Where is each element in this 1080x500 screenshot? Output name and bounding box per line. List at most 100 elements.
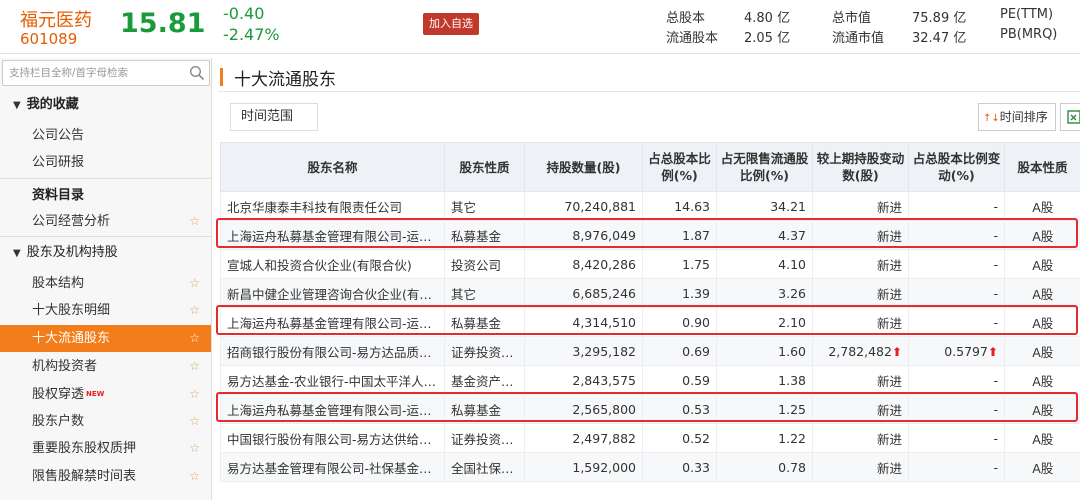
stock-header: 福元医药 601089 15.81 -0.40 -2.47% 加入自选 总股本 …	[0, 0, 1080, 54]
column-header[interactable]: 股东名称	[220, 142, 445, 192]
search-icon[interactable]	[189, 65, 205, 81]
sidebar-item-share-structure[interactable]: 股本结构 ☆	[0, 270, 211, 297]
column-header[interactable]: 股本性质	[1004, 142, 1080, 192]
table-row[interactable]: 上海运舟私募基金管理有限公司-运… 私募基金 8,976,049 1.87 4.…	[220, 220, 1080, 250]
total-ratio-cell: 1.39	[642, 278, 717, 308]
up-arrow-icon: ⬆	[987, 344, 998, 359]
stat-value: 2.05 亿	[744, 31, 791, 46]
sidebar-item-business-analysis[interactable]: 公司经营分析 ☆	[0, 208, 211, 235]
star-icon[interactable]: ☆	[189, 381, 200, 408]
holder-name-cell[interactable]: 上海运舟私募基金管理有限公司-运…	[220, 220, 445, 250]
title-accent-bar	[220, 68, 223, 86]
holder-name-cell[interactable]: 上海运舟私募基金管理有限公司-运…	[220, 307, 445, 337]
float-ratio-cell: 1.60	[716, 336, 813, 366]
sidebar-item-top10-float-holders[interactable]: 十大流通股东 ☆	[0, 325, 211, 352]
search-box[interactable]	[2, 60, 210, 86]
star-icon[interactable]: ☆	[189, 270, 200, 297]
star-icon[interactable]: ☆	[189, 325, 200, 352]
shares-cell: 2,843,575	[524, 365, 643, 395]
title-bar: 十大流通股东	[218, 58, 1080, 92]
star-icon[interactable]: ☆	[189, 435, 200, 462]
table-row[interactable]: 宣城人和投资合伙企业(有限合伙) 投资公司 8,420,286 1.75 4.1…	[220, 249, 1080, 279]
star-icon[interactable]: ☆	[189, 463, 200, 490]
sidebar-item-company-announcements[interactable]: 公司公告	[0, 122, 211, 149]
change-shares-cell: 新进	[812, 191, 909, 221]
column-header[interactable]: 较上期持股变动数(股)	[812, 142, 909, 192]
sidebar-item-label: 十大流通股东	[32, 331, 111, 346]
stat-value: 75.89 亿	[912, 11, 967, 26]
stock-price: 15.81	[120, 8, 206, 39]
table-row[interactable]: 新昌中健企业管理咨询合伙企业(有… 其它 6,685,246 1.39 3.26…	[220, 278, 1080, 308]
total-ratio-cell: 0.69	[642, 336, 717, 366]
holder-name-cell[interactable]: 中国银行股份有限公司-易方达供给…	[220, 423, 445, 453]
export-button[interactable]	[1060, 103, 1080, 131]
column-header[interactable]: 占无限售流通股比例(%)	[716, 142, 813, 192]
holder-name-cell[interactable]: 易方达基金管理有限公司-社保基金…	[220, 452, 445, 482]
ratio-change-cell: -	[908, 249, 1005, 279]
change-shares-cell: 新进	[812, 220, 909, 250]
star-icon[interactable]: ☆	[189, 297, 200, 324]
sidebar-item-label: 限售股解禁时间表	[32, 469, 137, 484]
star-icon[interactable]: ☆	[189, 408, 200, 435]
column-header[interactable]: 占总股本比例变动(%)	[908, 142, 1005, 192]
holder-type-cell: 证券投资…	[444, 336, 525, 366]
search-input[interactable]	[7, 64, 187, 82]
ratio-change-cell: -	[908, 220, 1005, 250]
shares-cell: 2,565,800	[524, 394, 643, 424]
table-row[interactable]: 易方达基金管理有限公司-社保基金… 全国社保… 1,592,000 0.33 0…	[220, 452, 1080, 482]
column-header[interactable]: 占总股本比例(%)	[642, 142, 717, 192]
table-row[interactable]: 北京华康泰丰科技有限责任公司 其它 70,240,881 14.63 34.21…	[220, 191, 1080, 221]
table-row[interactable]: 上海运舟私募基金管理有限公司-运… 私募基金 4,314,510 0.90 2.…	[220, 307, 1080, 337]
sidebar-item-label: 股本结构	[32, 276, 85, 291]
stock-name: 福元医药	[20, 10, 92, 31]
holder-name-cell[interactable]: 易方达基金-农业银行-中国太平洋人…	[220, 365, 445, 395]
sidebar-item-label: 公司公告	[32, 128, 85, 143]
float-ratio-cell: 1.38	[716, 365, 813, 395]
ratio-change-cell: 0.5797⬆	[908, 336, 1005, 366]
shares-cell: 1,592,000	[524, 452, 643, 482]
shares-cell: 8,420,286	[524, 249, 643, 279]
share-class-cell: A股	[1004, 249, 1080, 279]
holders-section[interactable]: ▼ 股东及机构持股	[0, 239, 211, 267]
holder-type-cell: 基金资产…	[444, 365, 525, 395]
add-to-watchlist-button[interactable]: 加入自选	[423, 13, 479, 35]
float-ratio-cell: 2.10	[716, 307, 813, 337]
holder-type-cell: 私募基金	[444, 307, 525, 337]
sidebar-item-institutional-investors[interactable]: 机构投资者 ☆	[0, 353, 211, 380]
float-ratio-cell: 0.78	[716, 452, 813, 482]
holder-name-cell[interactable]: 宣城人和投资合伙企业(有限合伙)	[220, 249, 445, 279]
sidebar-item-top10-holders[interactable]: 十大股东明细 ☆	[0, 297, 211, 324]
sidebar-item-label: 十大股东明细	[32, 303, 111, 318]
sidebar-item-label: 公司研报	[32, 155, 85, 170]
ratio-change-cell: -	[908, 307, 1005, 337]
holder-name-cell[interactable]: 招商银行股份有限公司-易方达品质…	[220, 336, 445, 366]
table-row[interactable]: 中国银行股份有限公司-易方达供给… 证券投资… 2,497,882 0.52 1…	[220, 423, 1080, 453]
table-row[interactable]: 易方达基金-农业银行-中国太平洋人… 基金资产… 2,843,575 0.59 …	[220, 365, 1080, 395]
time-sort-button[interactable]: ↑↓时间排序	[978, 103, 1056, 131]
holder-name-cell[interactable]: 上海运舟私募基金管理有限公司-运…	[220, 394, 445, 424]
holder-name-cell[interactable]: 北京华康泰丰科技有限责任公司	[220, 191, 445, 221]
share-class-cell: A股	[1004, 394, 1080, 424]
holder-name-cell[interactable]: 新昌中健企业管理咨询合伙企业(有…	[220, 278, 445, 308]
sidebar-item-shareholder-count[interactable]: 股东户数 ☆	[0, 408, 211, 435]
change-shares-cell: 新进	[812, 307, 909, 337]
change-shares-cell: 新进	[812, 249, 909, 279]
sidebar-item-company-reports[interactable]: 公司研报	[0, 149, 211, 176]
column-header[interactable]: 持股数量(股)	[524, 142, 643, 192]
sort-button-label: 时间排序	[999, 110, 1048, 124]
sidebar-item-lockup-schedule[interactable]: 限售股解禁时间表 ☆	[0, 463, 211, 490]
holder-type-cell: 证券投资…	[444, 423, 525, 453]
sidebar-item-equity-penetration[interactable]: 股权穿透 NEW ☆	[0, 381, 211, 408]
time-range-button[interactable]: 时间范围	[230, 103, 318, 131]
favorites-section[interactable]: ▼ 我的收藏	[0, 91, 211, 119]
holders-section-title: 股东及机构持股	[26, 245, 118, 260]
ratio-change-cell: -	[908, 423, 1005, 453]
sidebar-item-share-pledge[interactable]: 重要股东股权质押 ☆	[0, 435, 211, 462]
stat-label: 总市值	[832, 11, 872, 26]
shares-cell: 6,685,246	[524, 278, 643, 308]
table-row[interactable]: 上海运舟私募基金管理有限公司-运… 私募基金 2,565,800 0.53 1.…	[220, 394, 1080, 424]
star-icon[interactable]: ☆	[189, 208, 200, 235]
star-icon[interactable]: ☆	[189, 353, 200, 380]
column-header[interactable]: 股东性质	[444, 142, 525, 192]
table-row[interactable]: 招商银行股份有限公司-易方达品质… 证券投资… 3,295,182 0.69 1…	[220, 336, 1080, 366]
